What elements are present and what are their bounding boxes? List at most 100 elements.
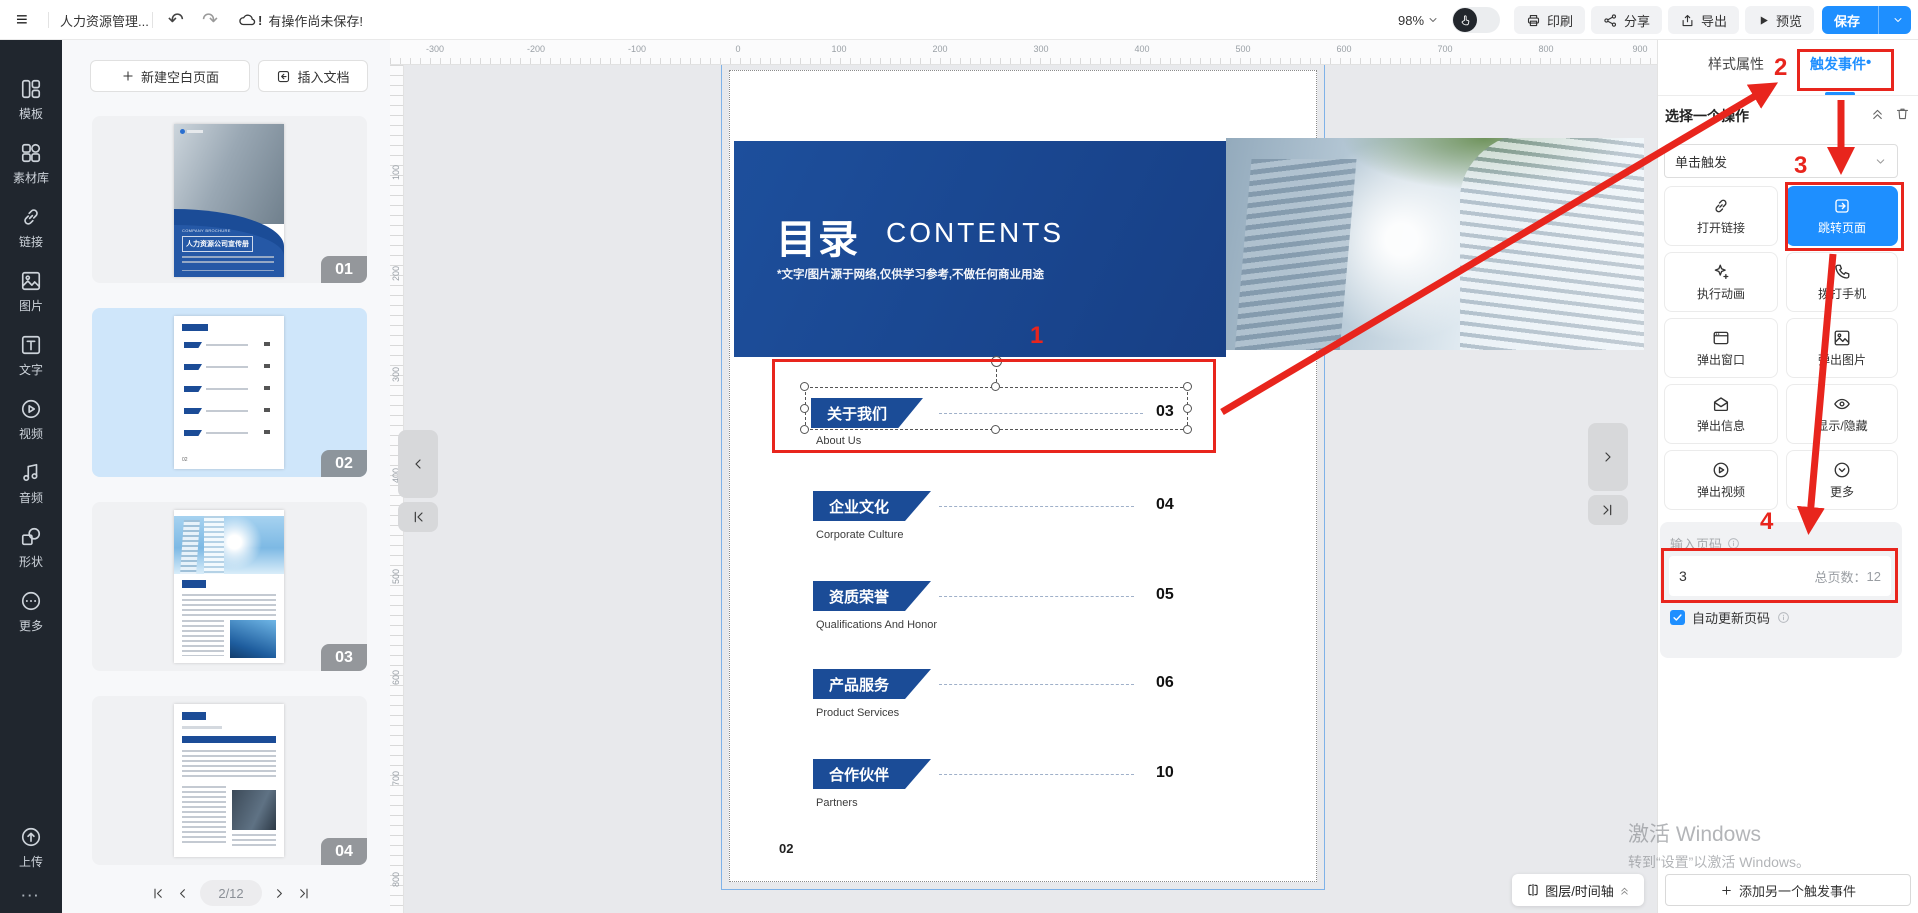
page-thumbnail-1[interactable]: COMPANY BROCHURE 人力资源公司宣传册 01	[92, 116, 367, 283]
sidebar-item-assets[interactable]: 素材库	[0, 132, 62, 196]
toc-chip[interactable]: 产品服务	[813, 669, 931, 699]
tab-style-properties[interactable]: 样式属性	[1708, 54, 1764, 74]
building-left	[1234, 159, 1356, 350]
cover-logo	[180, 129, 185, 134]
save-dropdown-button[interactable]	[1885, 14, 1911, 26]
preview-button[interactable]: 预览	[1745, 6, 1814, 34]
previous-page-button[interactable]	[175, 886, 190, 901]
insert-document-button[interactable]: 插入文档	[258, 60, 368, 92]
top-toolbar: ≡ 人力资源管理... ↶ ↷ ! 有操作尚未保存! 98% 印刷 分享	[0, 0, 1918, 40]
first-page-button[interactable]	[150, 886, 165, 901]
document-title[interactable]: 人力资源管理...	[60, 0, 148, 40]
toc-chip[interactable]: 资质荣誉	[813, 581, 931, 611]
page-number-section: 输入页码 3 总页数： 12 自动更新页码	[1660, 522, 1902, 658]
chevron-left-icon	[410, 456, 426, 472]
sidebar-item-audio[interactable]: 音频	[0, 452, 62, 516]
action-show-hide[interactable]: 显示/隐藏	[1786, 384, 1898, 444]
page-thumbnail-2-selected[interactable]: 02 02	[92, 308, 367, 477]
ruler-label: 200	[391, 266, 401, 281]
total-pages-value: 12	[1867, 569, 1881, 584]
action-popup-window[interactable]: 弹出窗口	[1664, 318, 1778, 378]
horizontal-ruler	[390, 40, 1657, 65]
share-button[interactable]: 分享	[1591, 6, 1662, 34]
save-button[interactable]: 保存	[1822, 11, 1872, 30]
sidebar-item-image[interactable]: 图片	[0, 260, 62, 324]
scroll-right-button[interactable]	[1588, 423, 1628, 491]
resize-handle-s[interactable]	[991, 425, 1000, 434]
undo-button[interactable]: ↶	[168, 0, 184, 40]
sidebar-item-upload[interactable]: 上传	[0, 816, 62, 880]
divider	[1878, 6, 1879, 34]
page-number-badge: 04	[321, 838, 367, 865]
popup-image-icon	[1833, 329, 1851, 347]
page-input-label: 输入页码	[1670, 534, 1722, 553]
scroll-last-button[interactable]	[1588, 495, 1628, 525]
page-thumbnail-3[interactable]: 03	[92, 502, 367, 671]
redo-button[interactable]: ↷	[202, 0, 218, 40]
action-popup-message[interactable]: 弹出信息	[1664, 384, 1778, 444]
action-run-animation[interactable]: 执行动画	[1664, 252, 1778, 312]
resize-handle-w[interactable]	[800, 404, 809, 413]
sidebar-item-video[interactable]: 视频	[0, 388, 62, 452]
resize-handle-nw[interactable]	[800, 382, 809, 391]
resize-handle-n[interactable]	[991, 382, 1000, 391]
page-thumbnail-4[interactable]: 04	[92, 696, 367, 865]
last-page-button[interactable]	[297, 886, 312, 901]
new-blank-page-button[interactable]: 新建空白页面	[90, 60, 250, 92]
info-icon[interactable]	[1727, 537, 1740, 550]
thumbnail-preview-about	[174, 510, 284, 663]
sidebar-item-link[interactable]: 链接	[0, 196, 62, 260]
save-button-group: 保存	[1822, 6, 1911, 34]
action-call-phone[interactable]: 拨打手机	[1786, 252, 1898, 312]
delete-trigger-button[interactable]	[1895, 106, 1910, 121]
slide-title-en: CONTENTS	[886, 217, 1064, 249]
add-trigger-label: 添加另一个触发事件	[1739, 881, 1856, 900]
assets-icon	[20, 142, 42, 164]
ruler-label: 500	[1235, 44, 1250, 54]
action-popup-image[interactable]: 弹出图片	[1786, 318, 1898, 378]
action-label: 显示/隐藏	[1816, 417, 1867, 434]
tab-trigger-events[interactable]: 触发事件•	[1810, 54, 1871, 74]
toc-chip[interactable]: 合作伙伴	[813, 759, 931, 789]
building-photo[interactable]	[1226, 138, 1644, 350]
action-jump-page-selected[interactable]: 跳转页面	[1786, 186, 1898, 246]
add-trigger-button[interactable]: 添加另一个触发事件	[1665, 874, 1911, 906]
action-open-link[interactable]: 打开链接	[1664, 186, 1778, 246]
chevron-bar-left-icon	[410, 509, 426, 525]
action-popup-video[interactable]: 弹出视频	[1664, 450, 1778, 510]
selection-bounding-box[interactable]	[805, 387, 1188, 430]
auto-update-checkbox-checked[interactable]	[1670, 610, 1685, 625]
slide-header-banner[interactable]: 目录 CONTENTS *文字/图片源于网络,仅供学习参考,不做任何商业用途	[734, 141, 1226, 357]
sidebar-item-template[interactable]: 模板	[0, 68, 62, 132]
next-page-button[interactable]	[272, 886, 287, 901]
scroll-left-button[interactable]	[398, 430, 438, 498]
print-button[interactable]: 印刷	[1514, 6, 1585, 34]
hamburger-menu-button[interactable]: ≡	[16, 0, 28, 40]
resize-handle-ne[interactable]	[1183, 382, 1192, 391]
resize-handle-e[interactable]	[1183, 404, 1192, 413]
sidebar-item-shape[interactable]: 形状	[0, 516, 62, 580]
save-status: ! 有操作尚未保存!	[238, 0, 363, 40]
info-icon[interactable]	[1777, 611, 1790, 624]
zoom-level-dropdown[interactable]: 98%	[1398, 0, 1439, 40]
export-button[interactable]: 导出	[1668, 6, 1739, 34]
rotate-handle[interactable]	[991, 356, 1002, 367]
layers-timeline-button[interactable]: 图层/时间轴	[1512, 874, 1644, 906]
jump-page-icon	[1833, 197, 1851, 215]
ruler-label: 700	[391, 771, 401, 786]
slide-page[interactable]: 目录 CONTENTS *文字/图片源于网络,仅供学习参考,不做任何商业用途 关…	[729, 70, 1317, 882]
page-indicator[interactable]: 2/12	[200, 880, 262, 906]
resize-handle-sw[interactable]	[800, 425, 809, 434]
action-more[interactable]: 更多	[1786, 450, 1898, 510]
sidebar-overflow-icon[interactable]: ···	[22, 880, 41, 905]
sidebar-item-more[interactable]: 更多	[0, 580, 62, 644]
collapse-section-button[interactable]	[1870, 106, 1885, 121]
page-number-input[interactable]: 3 总页数： 12	[1669, 556, 1891, 596]
sidebar-item-text[interactable]: 文字	[0, 324, 62, 388]
scroll-first-button[interactable]	[398, 502, 438, 532]
trigger-type-select[interactable]: 单击触发	[1664, 144, 1898, 178]
pointer-mode-toggle[interactable]	[1452, 0, 1500, 40]
toc-chip[interactable]: 企业文化	[813, 491, 931, 521]
sidebar-item-label: 形状	[19, 553, 43, 570]
resize-handle-se[interactable]	[1183, 425, 1192, 434]
